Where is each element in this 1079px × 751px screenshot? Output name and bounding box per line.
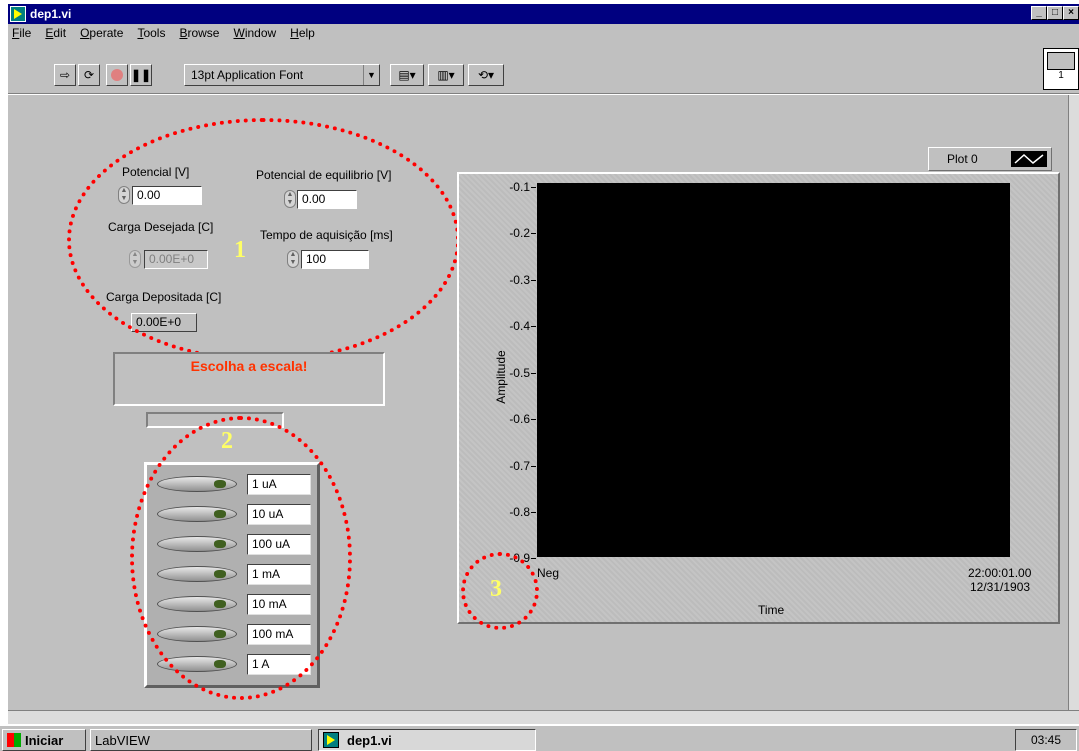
message-indicator: Escolha a escala! [113, 352, 385, 406]
menu-browse[interactable]: Browse [179, 26, 219, 40]
plot-area[interactable] [537, 183, 1010, 557]
taskbar-item-label: LabVIEW [95, 732, 150, 748]
font-selector-label: 13pt Application Font [191, 68, 304, 82]
plot-legend[interactable]: Plot 0 [928, 147, 1052, 171]
connector-number: 1 [1058, 70, 1064, 81]
x-axis-label: Time [758, 603, 785, 617]
title-bar: dep1.vi _ □ × [8, 4, 1079, 24]
start-label: Iniciar [25, 732, 64, 748]
plot-line-swatch-icon [1011, 151, 1047, 167]
chevron-down-icon[interactable]: ▼ [363, 65, 379, 85]
taskbar-item-labview[interactable]: LabVIEW [90, 729, 312, 751]
pause-icon[interactable]: ❚❚ [130, 64, 152, 86]
x-end-time-label: 22:00:01.00 [968, 566, 1032, 580]
menu-help[interactable]: Help [290, 26, 315, 40]
font-selector[interactable]: 13pt Application Font ▼ [184, 64, 380, 86]
menu-edit[interactable]: Edit [45, 26, 66, 40]
window-controls: _ □ × [1031, 6, 1079, 20]
toolbar: ⇨ ⟳ ❚❚ 13pt Application Font ▼ ▤▾ ▥▾ ⟲▾ [8, 42, 1079, 94]
menu-tools[interactable]: Tools [137, 26, 165, 40]
y-tick-label: -0.3 [490, 273, 536, 287]
annotation-number-1: 1 [234, 237, 246, 263]
start-button[interactable]: Iniciar [2, 729, 86, 751]
vi-icon [10, 6, 26, 22]
menu-bar: File Edit Operate Tools Browse Window He… [8, 24, 1079, 42]
x-start-label: Neg [537, 566, 560, 580]
minimize-button[interactable]: _ [1031, 6, 1047, 20]
y-tick-label: -0.1 [490, 180, 536, 194]
distribute-objects-icon[interactable]: ▥▾ [428, 64, 464, 86]
taskbar-item-dep1[interactable]: dep1.vi [318, 729, 536, 751]
taskbar-item-label: dep1.vi [347, 732, 392, 748]
y-tick-label: -0.4 [490, 319, 536, 333]
run-arrow-icon[interactable]: ⇨ [54, 64, 76, 86]
window-title: dep1.vi [30, 7, 72, 21]
windows-flag-icon [7, 733, 21, 747]
close-button[interactable]: × [1063, 6, 1079, 20]
taskbar: Iniciar LabVIEW dep1.vi 03:45 [0, 725, 1079, 751]
legend-label: Plot 0 [947, 152, 978, 166]
y-tick-label: -0.7 [490, 459, 536, 473]
reorder-icon[interactable]: ⟲▾ [468, 64, 504, 86]
annotation-number-2: 2 [221, 428, 233, 454]
annotation-ellipse-2 [130, 416, 352, 700]
horizontal-scrollbar[interactable] [8, 710, 1079, 724]
y-tick-label: -0.2 [490, 226, 536, 240]
annotation-number-3: 3 [490, 576, 502, 602]
align-objects-icon[interactable]: ▤▾ [390, 64, 424, 86]
menu-file[interactable]: File [12, 26, 31, 40]
vertical-scrollbar[interactable] [1068, 95, 1079, 710]
clock: 03:45 [1015, 729, 1077, 751]
run-continuously-icon[interactable]: ⟳ [78, 64, 100, 86]
annotation-ellipse-1 [67, 118, 460, 362]
y-axis-label: Amplitude [494, 350, 508, 404]
menu-window[interactable]: Window [233, 26, 276, 40]
abort-icon[interactable] [106, 64, 128, 86]
maximize-button[interactable]: □ [1047, 6, 1063, 20]
vi-icon [323, 732, 339, 748]
y-tick-label: -0.8 [490, 505, 536, 519]
connector-pane-icon[interactable]: 1 [1043, 48, 1079, 90]
message-text: Escolha a escala! [190, 358, 308, 374]
menu-operate[interactable]: Operate [80, 26, 123, 40]
x-end-date-label: 12/31/1903 [970, 580, 1031, 594]
y-tick-label: -0.6 [490, 412, 536, 426]
